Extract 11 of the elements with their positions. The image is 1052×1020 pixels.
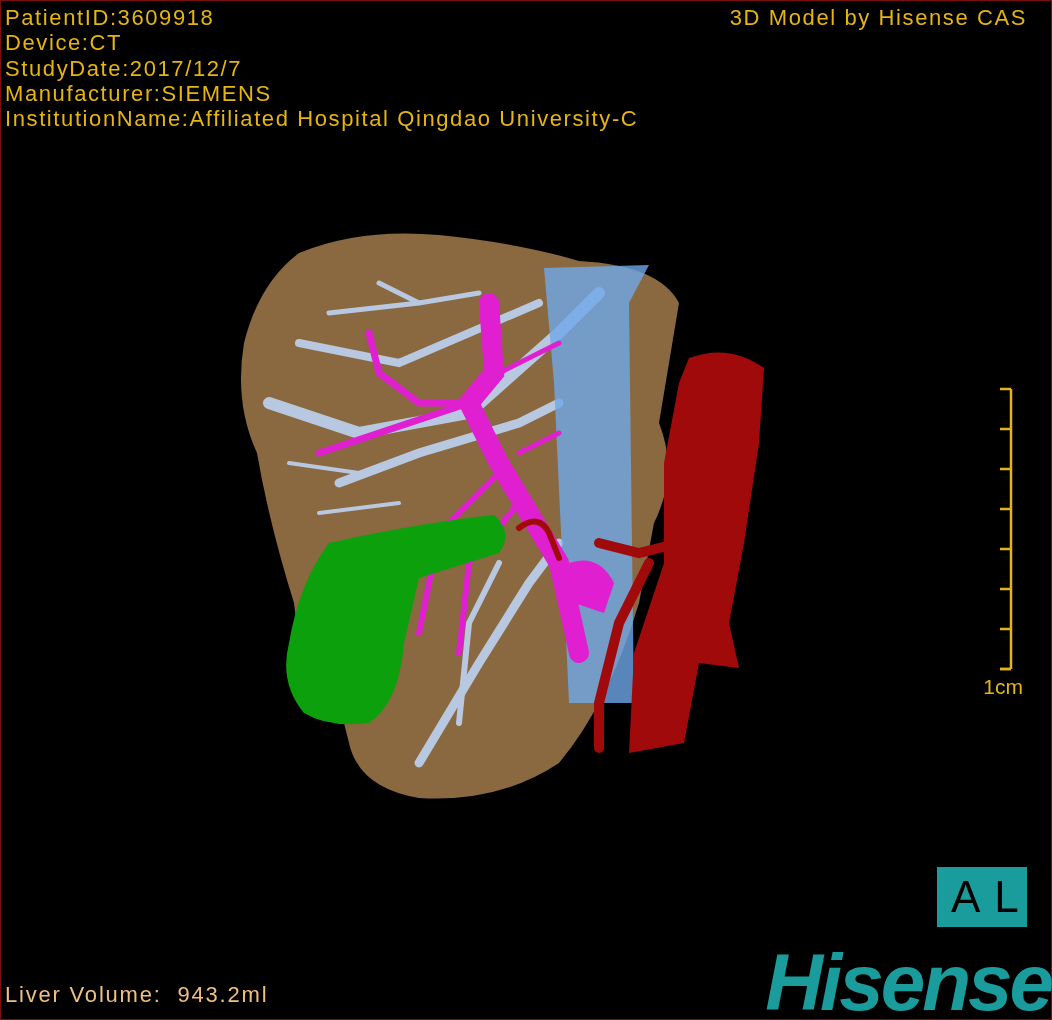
scale-bar-icon xyxy=(997,387,1013,672)
info-line: PatientID:3609918 xyxy=(5,5,216,31)
info-line: InstitutionName:Affiliated Hospital Qingdao University-C xyxy=(5,106,639,132)
brand-logo: Hisense xyxy=(765,951,1051,1015)
scale-label: 1cm xyxy=(983,674,1023,701)
info-line: StudyDate:2017/12/7 xyxy=(5,55,244,81)
orientation-label: AL xyxy=(937,867,1027,927)
viewer-title: 3D Model by Hisense CAS xyxy=(729,5,1027,31)
info-line: Manufacturer:SIEMENS xyxy=(5,80,273,107)
info-line: Device:CT xyxy=(5,30,124,56)
liver-volume-text: Liver Volume: 943.2ml xyxy=(5,981,269,1009)
